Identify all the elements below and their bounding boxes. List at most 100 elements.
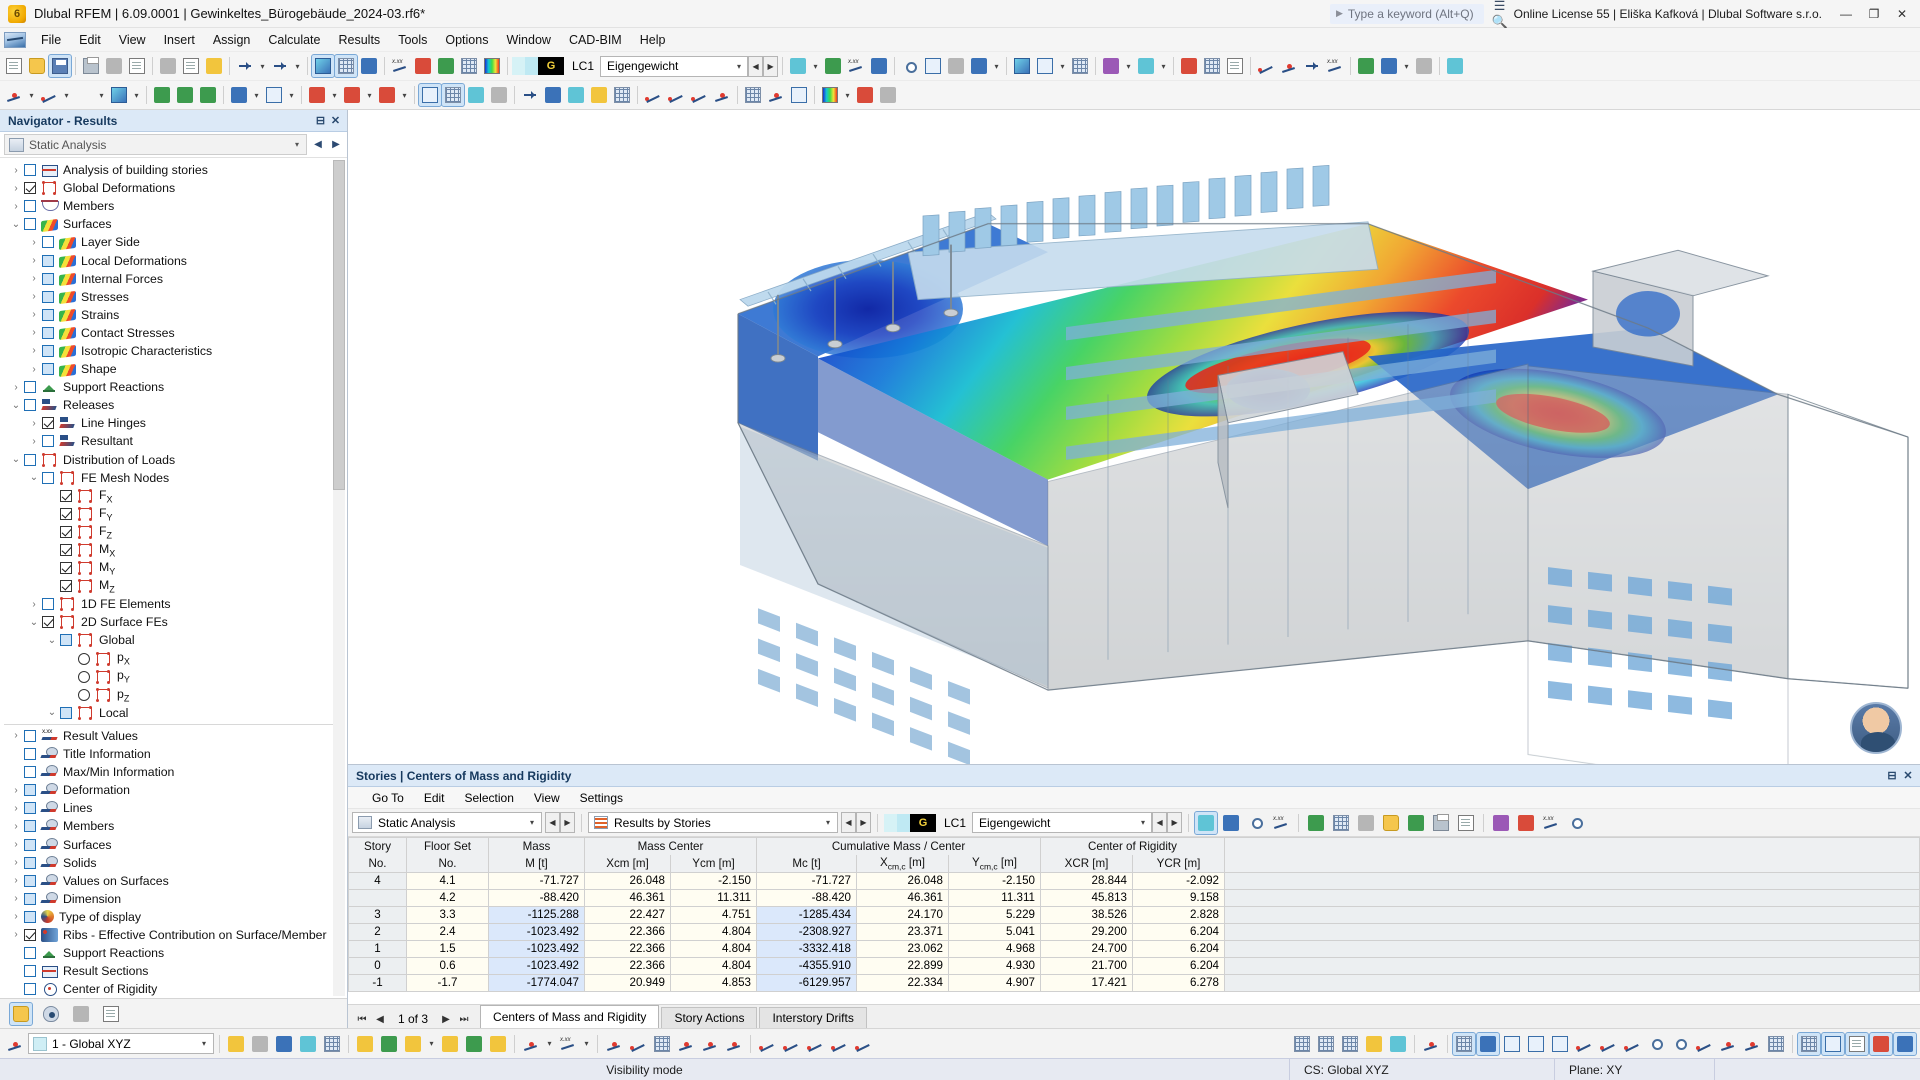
show-results-button[interactable]: [481, 55, 503, 77]
ortho-mode-button[interactable]: [1363, 1033, 1385, 1055]
cell-mass[interactable]: -1023.492: [488, 956, 585, 975]
table-row[interactable]: 4 4.1 -71.727 26.048 -2.150 -71.727 26.048 -2.1…: [348, 871, 1920, 890]
pager-first-button[interactable]: ⏮: [354, 1014, 370, 1025]
cell-xcm[interactable]: 26.048: [584, 871, 671, 890]
tree-item-layer-side[interactable]: › Layer Side: [0, 233, 347, 251]
tree-item-p[interactable]: ›pZ: [0, 686, 347, 704]
zoom-window-button[interactable]: [899, 55, 921, 77]
cell-filler[interactable]: [1224, 871, 1920, 890]
menu-results[interactable]: Results: [330, 31, 390, 49]
snap-to-grid-button[interactable]: [402, 1033, 424, 1055]
rotate-button[interactable]: [542, 84, 564, 106]
table-decimals-button[interactable]: [1540, 812, 1562, 834]
results-close-icon[interactable]: ✕: [1900, 769, 1916, 782]
cell-xcmc[interactable]: 22.334: [856, 973, 949, 992]
results-loadcase-combo[interactable]: Eigengewicht ▾: [972, 812, 1153, 833]
cell-ycr[interactable]: 9.158: [1132, 888, 1225, 907]
show-all-button[interactable]: [273, 1033, 295, 1055]
cell-ycmc[interactable]: 4.907: [948, 973, 1041, 992]
chevron-right-icon[interactable]: ›: [8, 785, 24, 796]
3d-model-viewport[interactable]: [348, 110, 1920, 764]
measurement-display-button[interactable]: [1893, 1031, 1917, 1056]
grid-display-button[interactable]: [1797, 1031, 1821, 1056]
section-display-button[interactable]: [1869, 1031, 1893, 1056]
tree-checkbox[interactable]: [60, 507, 72, 520]
clipping-dropdown-icon[interactable]: ▾: [1158, 55, 1169, 77]
select-window-button[interactable]: [441, 83, 465, 107]
tree-checkbox[interactable]: [24, 928, 36, 941]
table-row[interactable]: 4.2 -88.420 46.361 11.311 -88.420 46.361 11.31…: [348, 888, 1920, 907]
chevron-right-icon[interactable]: ›: [26, 364, 42, 375]
tree-checkbox[interactable]: [42, 308, 54, 321]
tree-checkbox[interactable]: [24, 218, 36, 231]
cell-ycr[interactable]: 6.204: [1132, 956, 1225, 975]
cell-mass[interactable]: -1125.288: [488, 905, 585, 924]
chevron-right-icon[interactable]: ›: [8, 730, 24, 741]
tree-checkbox[interactable]: [42, 417, 54, 430]
midpoint-snap-button[interactable]: [675, 1033, 697, 1055]
parallel-snap-button[interactable]: [804, 1033, 826, 1055]
tree-item-fe-mesh-nodes[interactable]: ⌄ FE Mesh Nodes: [0, 469, 347, 487]
center-snap-button[interactable]: [723, 1033, 745, 1055]
analysis-type-combo[interactable]: Static Analysis ▾: [4, 134, 307, 155]
table-row[interactable]: 3 3.3 -1125.288 22.427 4.751 -1285.434 24.170 5…: [348, 905, 1920, 924]
chevron-right-icon[interactable]: ›: [8, 803, 24, 814]
tree-checkbox[interactable]: [24, 892, 36, 905]
tree-radio[interactable]: [78, 652, 90, 665]
chevron-down-icon[interactable]: ⌄: [44, 707, 60, 718]
loadcase-next-button[interactable]: ▶: [763, 55, 779, 77]
new-node-button[interactable]: [3, 84, 25, 106]
filter-dropdown-icon[interactable]: ▾: [810, 55, 821, 77]
menu-assign[interactable]: Assign: [204, 31, 260, 49]
cell-xcmc[interactable]: 46.361: [856, 888, 949, 907]
tree-item-members[interactable]: › Members: [0, 817, 347, 835]
tree-item-line-hinges[interactable]: › Line Hinges: [0, 414, 347, 432]
single-line-snap-button[interactable]: [1597, 1033, 1619, 1055]
cell-mc[interactable]: -2308.927: [756, 922, 857, 941]
show-loads-button[interactable]: [412, 55, 434, 77]
chevron-right-icon[interactable]: ›: [8, 857, 24, 868]
cell-xcmc[interactable]: 23.062: [856, 939, 949, 958]
chevron-down-icon[interactable]: ▾: [1135, 818, 1151, 827]
show-mesh-button[interactable]: [458, 55, 480, 77]
cell-ycr[interactable]: -2.092: [1132, 871, 1225, 890]
menu-tools[interactable]: Tools: [389, 31, 436, 49]
tree-item-global[interactable]: ⌄ Global: [0, 631, 347, 649]
chevron-down-icon[interactable]: ▾: [195, 1039, 213, 1048]
grid-snap-button[interactable]: [651, 1033, 673, 1055]
annotate-button[interactable]: [1324, 55, 1346, 77]
result-diagram-button[interactable]: [822, 55, 844, 77]
cell-xcm[interactable]: 22.366: [584, 956, 671, 975]
cell-mass[interactable]: -1023.492: [488, 939, 585, 958]
view-perspective-button[interactable]: [1069, 55, 1091, 77]
tree-checkbox[interactable]: [24, 947, 36, 960]
cell-ycm[interactable]: 4.804: [670, 922, 757, 941]
surface-support-button[interactable]: [197, 84, 219, 106]
table-select-button[interactable]: [1194, 810, 1219, 835]
open-file-button[interactable]: [26, 55, 48, 77]
select-single-button[interactable]: [418, 83, 442, 107]
tree-checkbox[interactable]: [42, 598, 54, 611]
cell-ycm[interactable]: 4.804: [670, 939, 757, 958]
tree-checkbox[interactable]: [60, 544, 72, 557]
cell-ycmc[interactable]: 4.930: [948, 956, 1041, 975]
cell-xcr[interactable]: 28.844: [1040, 871, 1133, 890]
chevron-right-icon[interactable]: ›: [8, 911, 24, 922]
rect-select-button[interactable]: [1501, 1033, 1523, 1055]
pager-next-button[interactable]: ▶: [438, 1014, 454, 1025]
chevron-down-icon[interactable]: ▾: [523, 818, 541, 827]
cell-filler[interactable]: [1224, 956, 1920, 975]
tree-checkbox[interactable]: [24, 164, 36, 177]
navigator-scroll-thumb[interactable]: [333, 160, 345, 490]
chevron-down-icon[interactable]: ▾: [731, 62, 747, 71]
layers-button[interactable]: [354, 1033, 376, 1055]
minimize-button[interactable]: —: [1832, 2, 1860, 26]
tree-item-f[interactable]: ›FX: [0, 487, 347, 505]
quadrant-snap-button[interactable]: [1717, 1033, 1739, 1055]
dimension-style-button[interactable]: [557, 1033, 579, 1055]
tree-item-result-values[interactable]: › Result Values: [0, 727, 347, 745]
tree-item-center-of-rigidity[interactable]: ›Center of Rigidity: [0, 980, 347, 998]
magnet-snap-button[interactable]: [1476, 1031, 1500, 1056]
chevron-right-icon[interactable]: ›: [8, 183, 24, 194]
chevron-right-icon[interactable]: ›: [8, 893, 24, 904]
